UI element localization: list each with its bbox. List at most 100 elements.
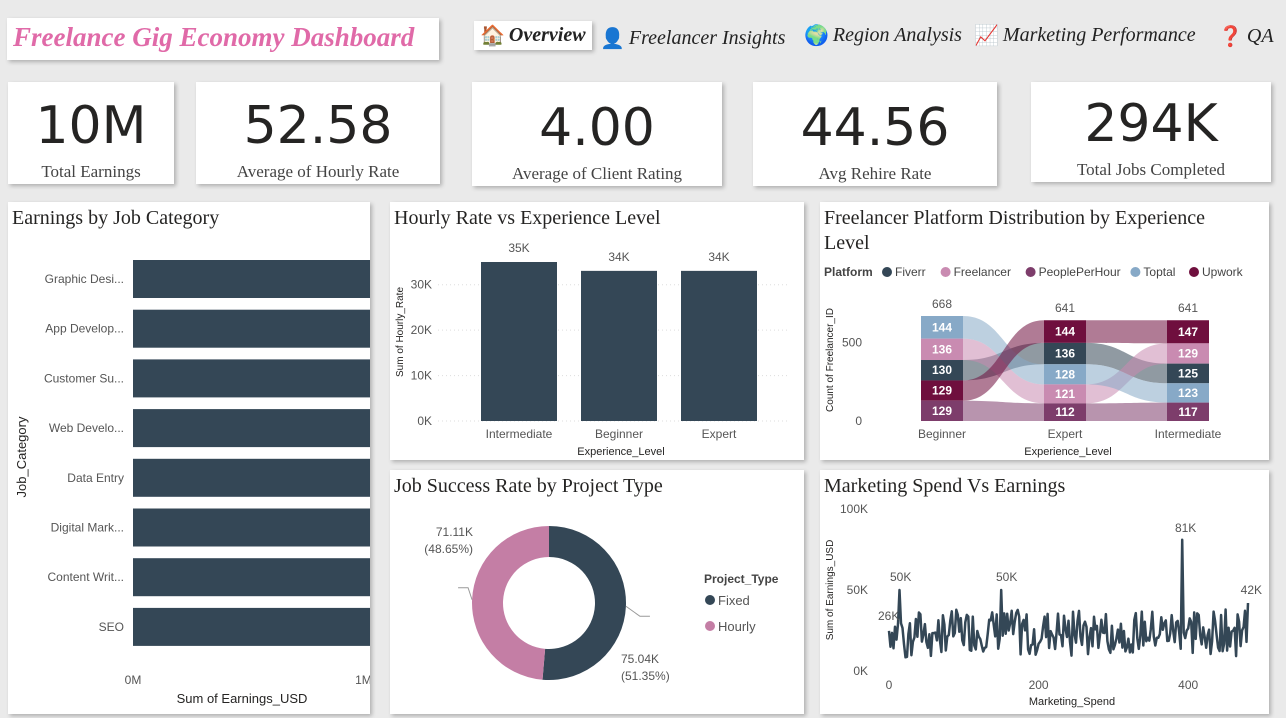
legend-item[interactable]: PeoplePerHour <box>1039 265 1121 279</box>
y-tick-label: 500 <box>842 335 862 349</box>
kpi-value: 10M <box>35 96 147 156</box>
nav-region-analysis[interactable]: 🌍 Region Analysis <box>804 23 962 48</box>
ribbon[interactable] <box>1086 320 1167 344</box>
line-data-label: 50K <box>890 570 911 584</box>
segment-label: 128 <box>1055 367 1075 381</box>
x-axis-title: Experience_Level <box>1024 446 1111 458</box>
nav-marketing-performance-label: Marketing Performance <box>1002 24 1196 46</box>
kpi-value: 4.00 <box>539 98 655 158</box>
nav-region-analysis-label: Region Analysis <box>832 24 962 46</box>
earnings-bar[interactable] <box>133 558 370 597</box>
hourly-bar[interactable] <box>581 270 657 421</box>
legend-marker <box>1189 267 1199 277</box>
segment-label: 129 <box>932 404 952 418</box>
donut-slice[interactable] <box>542 526 627 680</box>
y-axis-title: Sum of Hourly_Rate <box>395 287 406 377</box>
earnings-line[interactable] <box>887 538 1250 659</box>
nav-overview[interactable]: 🏠 Overview <box>474 21 592 50</box>
question-icon: ❓ <box>1218 26 1243 48</box>
segment-label: 123 <box>1178 386 1198 400</box>
platform-distribution-panel: Freelancer Platform Distribution by Expe… <box>820 202 1269 460</box>
legend-item[interactable]: Fixed <box>718 593 750 608</box>
ribbon[interactable] <box>1086 402 1167 421</box>
hourly-data-label: 34K <box>708 250 729 264</box>
kpi-avg-client-rating: 4.00 Average of Client Rating <box>472 82 722 186</box>
x-axis-title: Sum of Earnings_USD <box>177 691 308 706</box>
kpi-value: 44.56 <box>800 98 950 158</box>
legend-marker <box>1025 267 1036 277</box>
donut-value-label: 71.11K <box>436 525 473 539</box>
line-data-label: 26K <box>878 609 899 623</box>
segment-label: 147 <box>1178 325 1198 339</box>
earnings-bar[interactable] <box>133 607 370 646</box>
donut-value-label: 75.04K <box>621 652 659 666</box>
legend-title: Project_Type <box>704 572 779 586</box>
nav-freelancer-insights-label: Freelancer Insights <box>628 27 786 49</box>
earnings-bar[interactable] <box>133 359 370 398</box>
segment-label: 144 <box>1055 325 1075 339</box>
x-tick-label: Beginner <box>595 427 643 441</box>
nav-marketing-performance[interactable]: 📈 Marketing Performance <box>974 23 1196 48</box>
ribbon[interactable] <box>963 400 1044 421</box>
legend-item[interactable]: Fiverr <box>895 265 926 279</box>
hourly-chart: 0K 10K 20K 30K 35K Intermediate 34K Beginner 34K… <box>395 241 790 458</box>
y-tick-label: 100K <box>840 502 868 516</box>
category-label: Content Writ... <box>48 570 124 584</box>
chart-icon: 📈 <box>974 25 999 47</box>
person-icon: 👤 <box>600 28 625 50</box>
x-tick-label: 0 <box>886 678 893 692</box>
nav-overview-label: Overview <box>508 24 586 46</box>
line-data-label: 81K <box>1175 521 1196 535</box>
kpi-label: Total Jobs Completed <box>1076 160 1226 179</box>
hourly-data-label: 35K <box>508 241 529 255</box>
hourly-bar[interactable] <box>481 262 557 421</box>
category-label: App Develop... <box>45 322 124 336</box>
legend-marker <box>705 595 715 605</box>
legend-title: Platform <box>824 265 873 279</box>
nav-qa[interactable]: ❓ QA <box>1218 24 1274 49</box>
hourly-rate-panel: Hourly Rate vs Experience Level 0K 10K 20K… <box>390 202 804 460</box>
y-tick-label: 0 <box>855 414 862 428</box>
kpi-avg-rehire-rate: 44.56 Avg Rehire Rate <box>753 82 997 186</box>
hourly-bar[interactable] <box>681 270 757 421</box>
kpi-label: Avg Rehire Rate <box>818 164 932 183</box>
legend-item[interactable]: Freelancer <box>954 265 1011 279</box>
legend-item[interactable]: Upwork <box>1202 265 1244 279</box>
earnings-bar[interactable] <box>133 508 370 547</box>
legend-marker <box>882 267 892 277</box>
marketing-chart: 0K 50K 100K 0 200 400 26K 50K 50K 81K 42K Marketing… <box>825 502 1262 708</box>
job-success-panel: Job Success Rate by Project Type 75.04K(… <box>390 470 804 714</box>
y-tick-label: 30K <box>411 278 432 292</box>
x-tick-label: 200 <box>1029 678 1049 692</box>
y-axis-title: Count of Freelancer_ID <box>825 308 836 412</box>
donut-percent-label: (48.65%) <box>424 542 473 556</box>
line-data-label: 50K <box>996 570 1017 584</box>
legend-item[interactable]: Hourly <box>718 619 756 634</box>
earnings-bar[interactable] <box>133 409 370 448</box>
donut-slice[interactable] <box>472 526 549 680</box>
line-data-label: 42K <box>1241 583 1262 597</box>
category-label: Graphic Desi... <box>45 272 124 286</box>
y-axis-title: Sum of Earnings_USD <box>825 540 836 641</box>
kpi-label: Total Earnings <box>41 162 141 181</box>
earnings-bar[interactable] <box>133 309 370 348</box>
category-label: Customer Su... <box>44 371 124 385</box>
y-tick-label: 50K <box>847 583 868 597</box>
globe-icon: 🌍 <box>804 25 829 47</box>
x-tick-label: Expert <box>702 427 737 441</box>
kpi-label: Average of Client Rating <box>511 164 683 183</box>
nav-freelancer-insights[interactable]: 👤 Freelancer Insights <box>600 26 785 51</box>
marketing-spend-panel: Marketing Spend Vs Earnings 0K 50K 100K 0 20… <box>820 470 1269 714</box>
legend-item[interactable]: Toptal <box>1143 265 1175 279</box>
hourly-data-label: 34K <box>608 250 629 264</box>
y-tick-label: 20K <box>411 323 432 337</box>
y-axis-title: Job_Category <box>14 416 29 497</box>
y-tick-label: 0K <box>853 664 868 678</box>
kpi-avg-hourly-rate: 52.58 Average of Hourly Rate <box>196 82 440 184</box>
x-tick-label: Intermediate <box>1155 427 1222 441</box>
segment-label: 144 <box>932 320 952 334</box>
x-axis-title: Experience_Level <box>577 446 664 458</box>
earnings-bar[interactable] <box>133 260 370 298</box>
legend-marker <box>940 267 951 277</box>
earnings-bar[interactable] <box>133 458 370 497</box>
